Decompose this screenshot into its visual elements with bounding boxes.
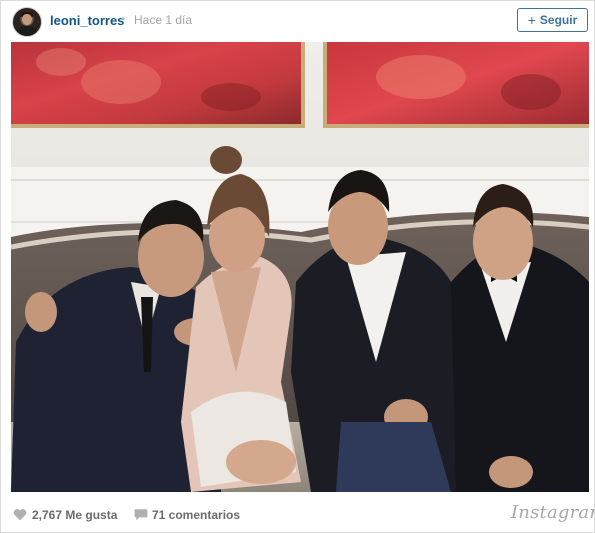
avatar-body (16, 26, 38, 36)
separator-dot: • (121, 12, 126, 26)
comment-icon[interactable] (134, 508, 148, 521)
heart-icon[interactable] (13, 508, 27, 521)
post-timestamp[interactable]: Hace 1 día (134, 13, 192, 27)
likes-count[interactable]: 2,767 Me gusta (32, 508, 117, 522)
post-header: leoni_torres • Hace 1 día + Seguir (1, 1, 594, 41)
follow-button[interactable]: + Seguir (517, 8, 588, 32)
post-footer: 2,767 Me gusta 71 comentarios Instagram (1, 497, 595, 533)
username-link[interactable]: leoni_torres (50, 13, 124, 28)
post-photo[interactable] (11, 42, 589, 492)
instagram-embed-card: leoni_torres • Hace 1 día + Seguir 2,767… (0, 0, 595, 533)
follow-label: Seguir (539, 13, 578, 27)
photo-illustration (11, 42, 589, 492)
instagram-logo[interactable]: Instagram (511, 502, 595, 523)
plus-icon: + (527, 12, 536, 28)
avatar-face (22, 14, 32, 25)
user-avatar[interactable] (12, 7, 42, 37)
comments-count[interactable]: 71 comentarios (152, 508, 240, 522)
